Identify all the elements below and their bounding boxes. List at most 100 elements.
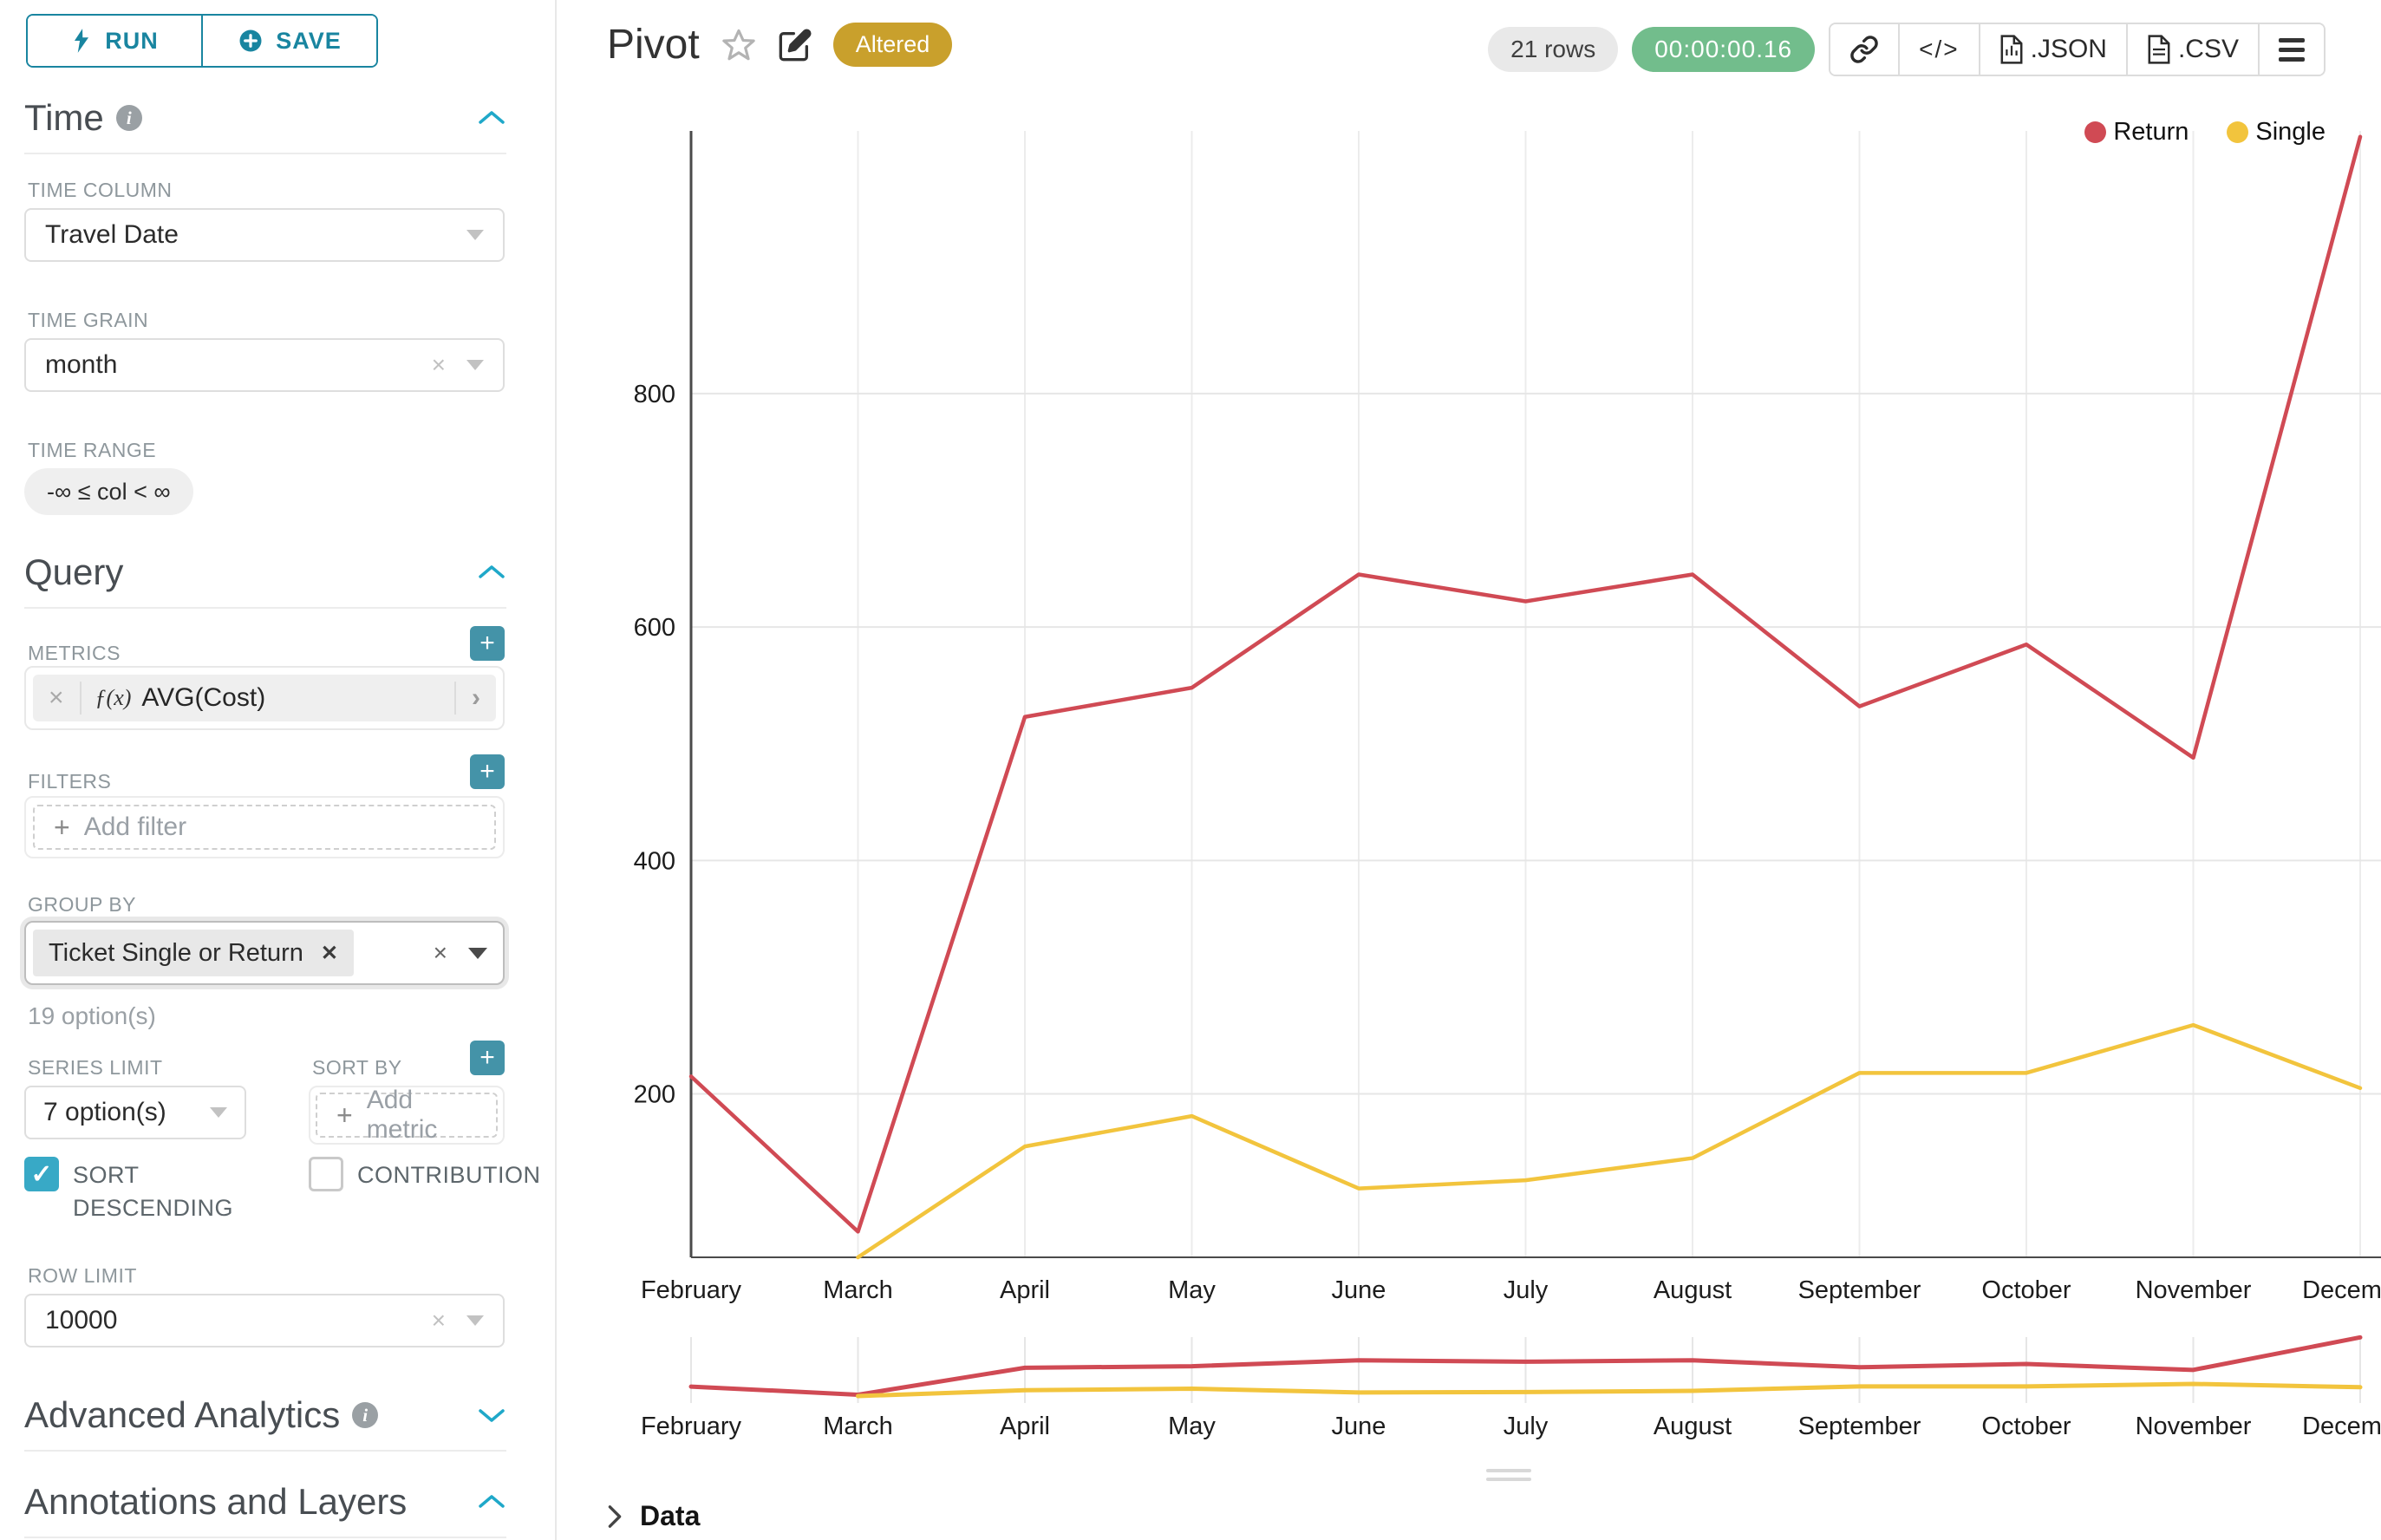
clear-icon[interactable]: ×: [432, 1307, 446, 1334]
series-limit-label: SERIES LIMIT: [28, 1056, 163, 1080]
add-filter-dropzone[interactable]: + Add filter: [33, 805, 496, 850]
time-range-label: TIME RANGE: [28, 439, 156, 462]
plus-icon: +: [336, 1100, 353, 1132]
add-metric-button[interactable]: +: [470, 626, 505, 661]
caret-down-icon: [466, 230, 484, 240]
caret-down-icon: [210, 1107, 227, 1118]
group-by-tag: Ticket Single or Return ✕: [33, 930, 354, 976]
control-panel: RUN SAVE Time i TIME COLUMN Travel Date …: [0, 0, 557, 1540]
query-section-title: Query: [24, 551, 123, 593]
filters-label: FILTERS: [28, 770, 111, 793]
svg-text:November: November: [2136, 1276, 2252, 1304]
plus-circle-icon: [238, 28, 264, 54]
metric-pill[interactable]: × ƒ(x) AVG(Cost) ›: [33, 675, 496, 721]
run-button-label: RUN: [105, 28, 159, 55]
time-section-header: Time i: [24, 97, 506, 154]
info-icon: i: [352, 1402, 378, 1428]
advanced-analytics-header: Advanced Analytics i: [24, 1394, 506, 1452]
data-panel-toggle[interactable]: Data: [607, 1500, 700, 1532]
sort-by-label: SORT BY: [312, 1056, 402, 1080]
svg-text:April: April: [1000, 1413, 1050, 1440]
svg-text:February: February: [641, 1276, 742, 1304]
time-range-pill[interactable]: -∞ ≤ col < ∞: [24, 468, 193, 515]
chart-resize-handle[interactable]: [1486, 1469, 1531, 1481]
svg-text:November: November: [2136, 1413, 2252, 1440]
group-by-select[interactable]: Ticket Single or Return ✕ ×: [24, 921, 505, 985]
svg-text:600: 600: [634, 614, 675, 642]
sort-descending-label: SORT DESCENDING: [73, 1157, 267, 1224]
svg-text:September: September: [1798, 1276, 1921, 1304]
row-limit-label: ROW LIMIT: [28, 1264, 137, 1288]
clear-icon[interactable]: ×: [434, 939, 447, 967]
row-limit-select[interactable]: 10000 ×: [24, 1294, 505, 1348]
contribution-checkbox[interactable]: [309, 1157, 343, 1191]
info-icon: i: [116, 105, 142, 131]
filters-box: + Add filter: [24, 796, 505, 858]
svg-text:December: December: [2302, 1413, 2381, 1440]
add-filter-label: Add filter: [84, 812, 186, 842]
time-grain-value: month: [45, 350, 117, 380]
time-column-select[interactable]: Travel Date: [24, 208, 505, 262]
svg-text:July: July: [1504, 1276, 1549, 1304]
chevron-right-icon: [607, 1504, 623, 1529]
svg-text:200: 200: [634, 1081, 675, 1109]
add-sort-metric-dropzone[interactable]: + Add metric: [316, 1093, 498, 1138]
svg-text:July: July: [1504, 1413, 1549, 1440]
chart-area: Pivot Altered 21 rows 00:00:00.16 </> .J…: [557, 0, 2381, 1540]
group-by-label: GROUP BY: [28, 893, 136, 917]
sort-by-box: + Add metric: [309, 1086, 505, 1145]
plus-icon: +: [54, 812, 70, 844]
annotations-header: Annotations and Layers: [24, 1481, 506, 1538]
advanced-analytics-title: Advanced Analytics: [24, 1394, 340, 1436]
chevron-up-icon[interactable]: [477, 108, 506, 127]
annotations-title: Annotations and Layers: [24, 1481, 407, 1523]
svg-text:May: May: [1168, 1276, 1216, 1304]
chevron-up-icon[interactable]: [477, 1492, 506, 1511]
lightning-icon: [70, 28, 93, 54]
group-by-value: Ticket Single or Return: [49, 939, 303, 968]
contribution-control: CONTRIBUTION: [309, 1157, 551, 1191]
chevron-down-icon[interactable]: [477, 1406, 506, 1425]
time-column-label: TIME COLUMN: [28, 179, 173, 202]
svg-text:February: February: [641, 1413, 742, 1440]
sort-descending-control: ✓ SORT DESCENDING: [24, 1157, 267, 1224]
remove-metric-icon[interactable]: ×: [33, 683, 80, 713]
time-range-value: -∞ ≤ col < ∞: [47, 479, 171, 506]
svg-text:September: September: [1798, 1413, 1921, 1440]
svg-text:December: December: [2302, 1276, 2381, 1304]
time-grain-label: TIME GRAIN: [28, 309, 148, 332]
clear-icon[interactable]: ×: [432, 351, 446, 379]
svg-text:June: June: [1332, 1413, 1386, 1440]
caret-down-icon: [466, 360, 484, 370]
svg-text:October: October: [1981, 1413, 2071, 1440]
run-button[interactable]: RUN: [28, 16, 201, 66]
svg-text:March: March: [823, 1276, 893, 1304]
svg-text:October: October: [1981, 1276, 2071, 1304]
series-limit-select[interactable]: 7 option(s): [24, 1086, 246, 1139]
time-grain-select[interactable]: month ×: [24, 338, 505, 392]
svg-text:May: May: [1168, 1413, 1216, 1440]
line-chart-canvas[interactable]: 200400600800FebruaryFebruaryMarchMarchAp…: [557, 0, 2381, 1540]
chevron-up-icon[interactable]: [477, 563, 506, 582]
contribution-label: CONTRIBUTION: [357, 1157, 541, 1191]
save-button-label: SAVE: [276, 28, 342, 55]
svg-text:March: March: [823, 1413, 893, 1440]
metrics-box: × ƒ(x) AVG(Cost) ›: [24, 666, 505, 730]
metric-value: AVG(Cost): [141, 683, 454, 713]
time-column-value: Travel Date: [45, 220, 179, 250]
svg-text:June: June: [1332, 1276, 1386, 1304]
run-save-button-group: RUN SAVE: [26, 14, 378, 68]
svg-text:April: April: [1000, 1276, 1050, 1304]
caret-down-icon: [468, 948, 487, 959]
sort-descending-checkbox[interactable]: ✓: [24, 1157, 59, 1191]
save-button[interactable]: SAVE: [201, 16, 376, 66]
add-sort-metric-button[interactable]: +: [470, 1041, 505, 1075]
series-limit-value: 7 option(s): [43, 1098, 166, 1127]
add-filter-button[interactable]: +: [470, 754, 505, 789]
chevron-right-icon[interactable]: ›: [456, 683, 496, 713]
data-panel-title: Data: [640, 1500, 700, 1532]
query-section-header: Query: [24, 551, 506, 609]
remove-tag-icon[interactable]: ✕: [321, 941, 338, 966]
metrics-label: METRICS: [28, 642, 121, 665]
time-section-title: Time: [24, 97, 104, 139]
